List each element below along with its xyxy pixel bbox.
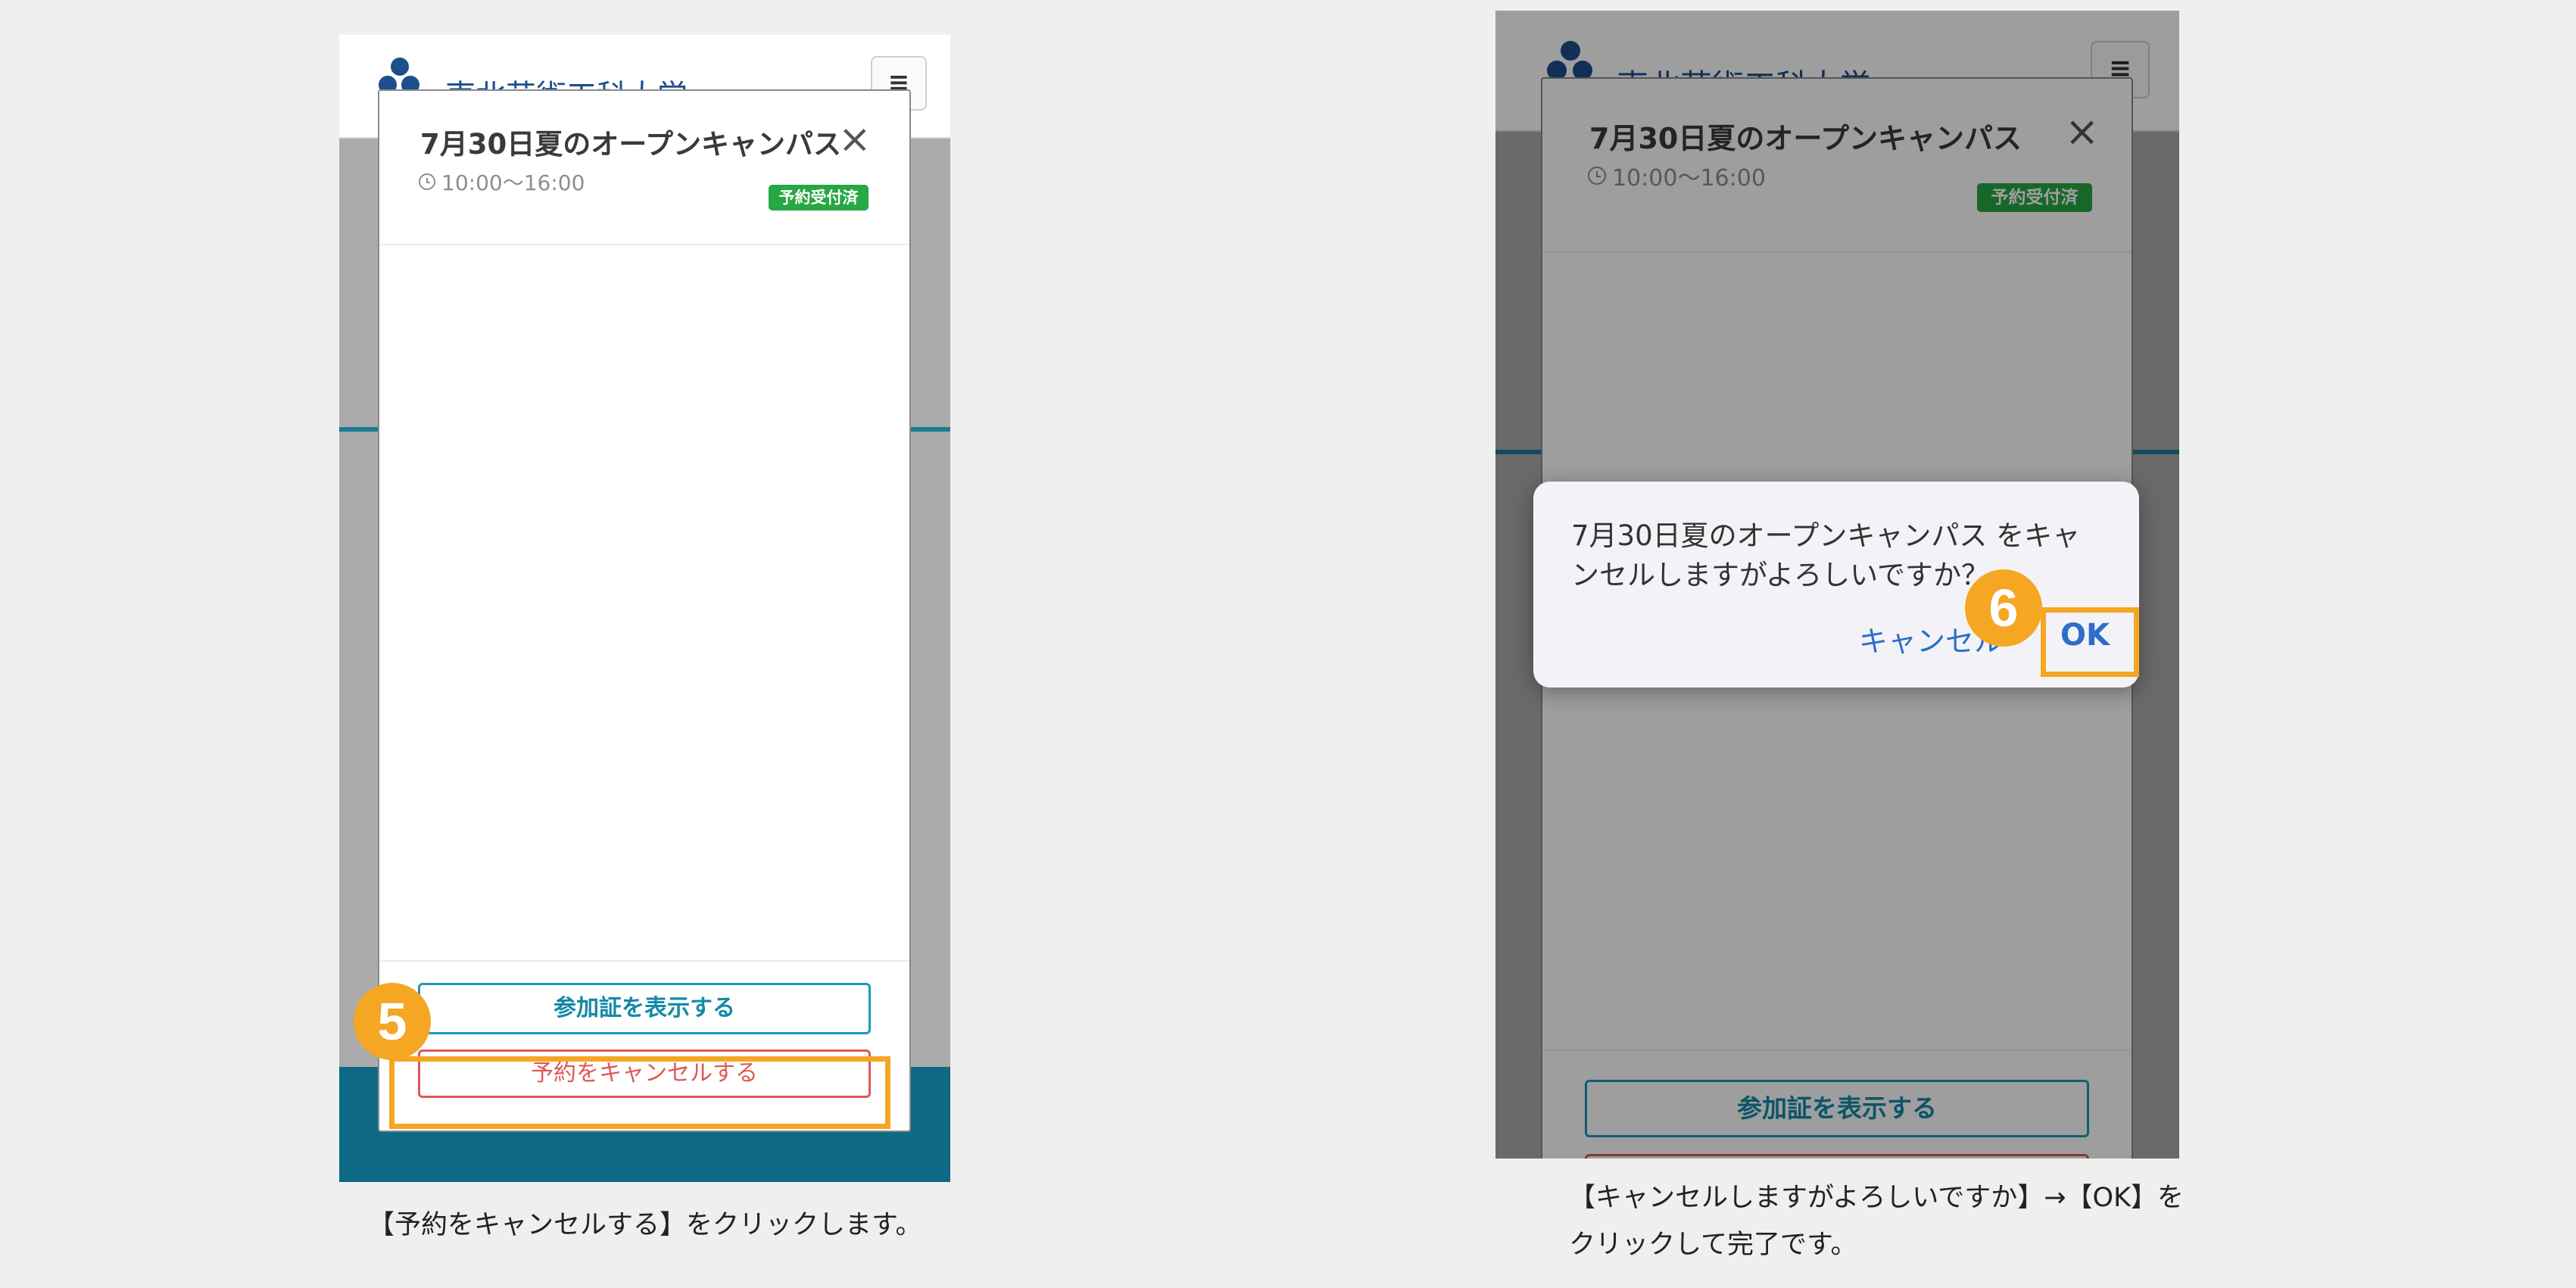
- cancel-button-highlight: [389, 1056, 890, 1129]
- right-screenshot: 東北芸術工科大学 ≡ 7月30日夏のオープンキャンパス × 10:00〜16:0…: [1495, 11, 2179, 1159]
- ok-button-highlight: [2041, 607, 2139, 677]
- right-caption-line2: クリックして完了です。: [1569, 1230, 1857, 1260]
- step-6-badge: 6: [1965, 569, 2042, 647]
- left-caption: 【予約をキャンセルする】をクリックします。: [368, 1210, 922, 1240]
- clock-icon: [419, 173, 435, 190]
- status-badge: 予約受付済: [769, 185, 869, 211]
- show-ticket-button[interactable]: 参加証を表示する: [418, 983, 871, 1034]
- event-time-text: 10:00〜16:00: [441, 170, 585, 195]
- modal-title: 7月30日夏のオープンキャンパス: [420, 128, 842, 161]
- event-time: 10:00〜16:00: [419, 167, 585, 197]
- right-caption-line1: 【キャンセルしますがよろしいですか】→【OK】を: [1569, 1183, 2185, 1213]
- step-5-badge: 5: [354, 983, 431, 1060]
- close-icon[interactable]: ×: [838, 117, 872, 162]
- event-modal: 7月30日夏のオープンキャンパス × 10:00〜16:00 予約受付済 参加証…: [378, 89, 911, 1132]
- left-screenshot: 東北芸術工科大学 ≡ 7月30日夏のオープンキャンパス × 10:00〜16:0…: [339, 35, 950, 1182]
